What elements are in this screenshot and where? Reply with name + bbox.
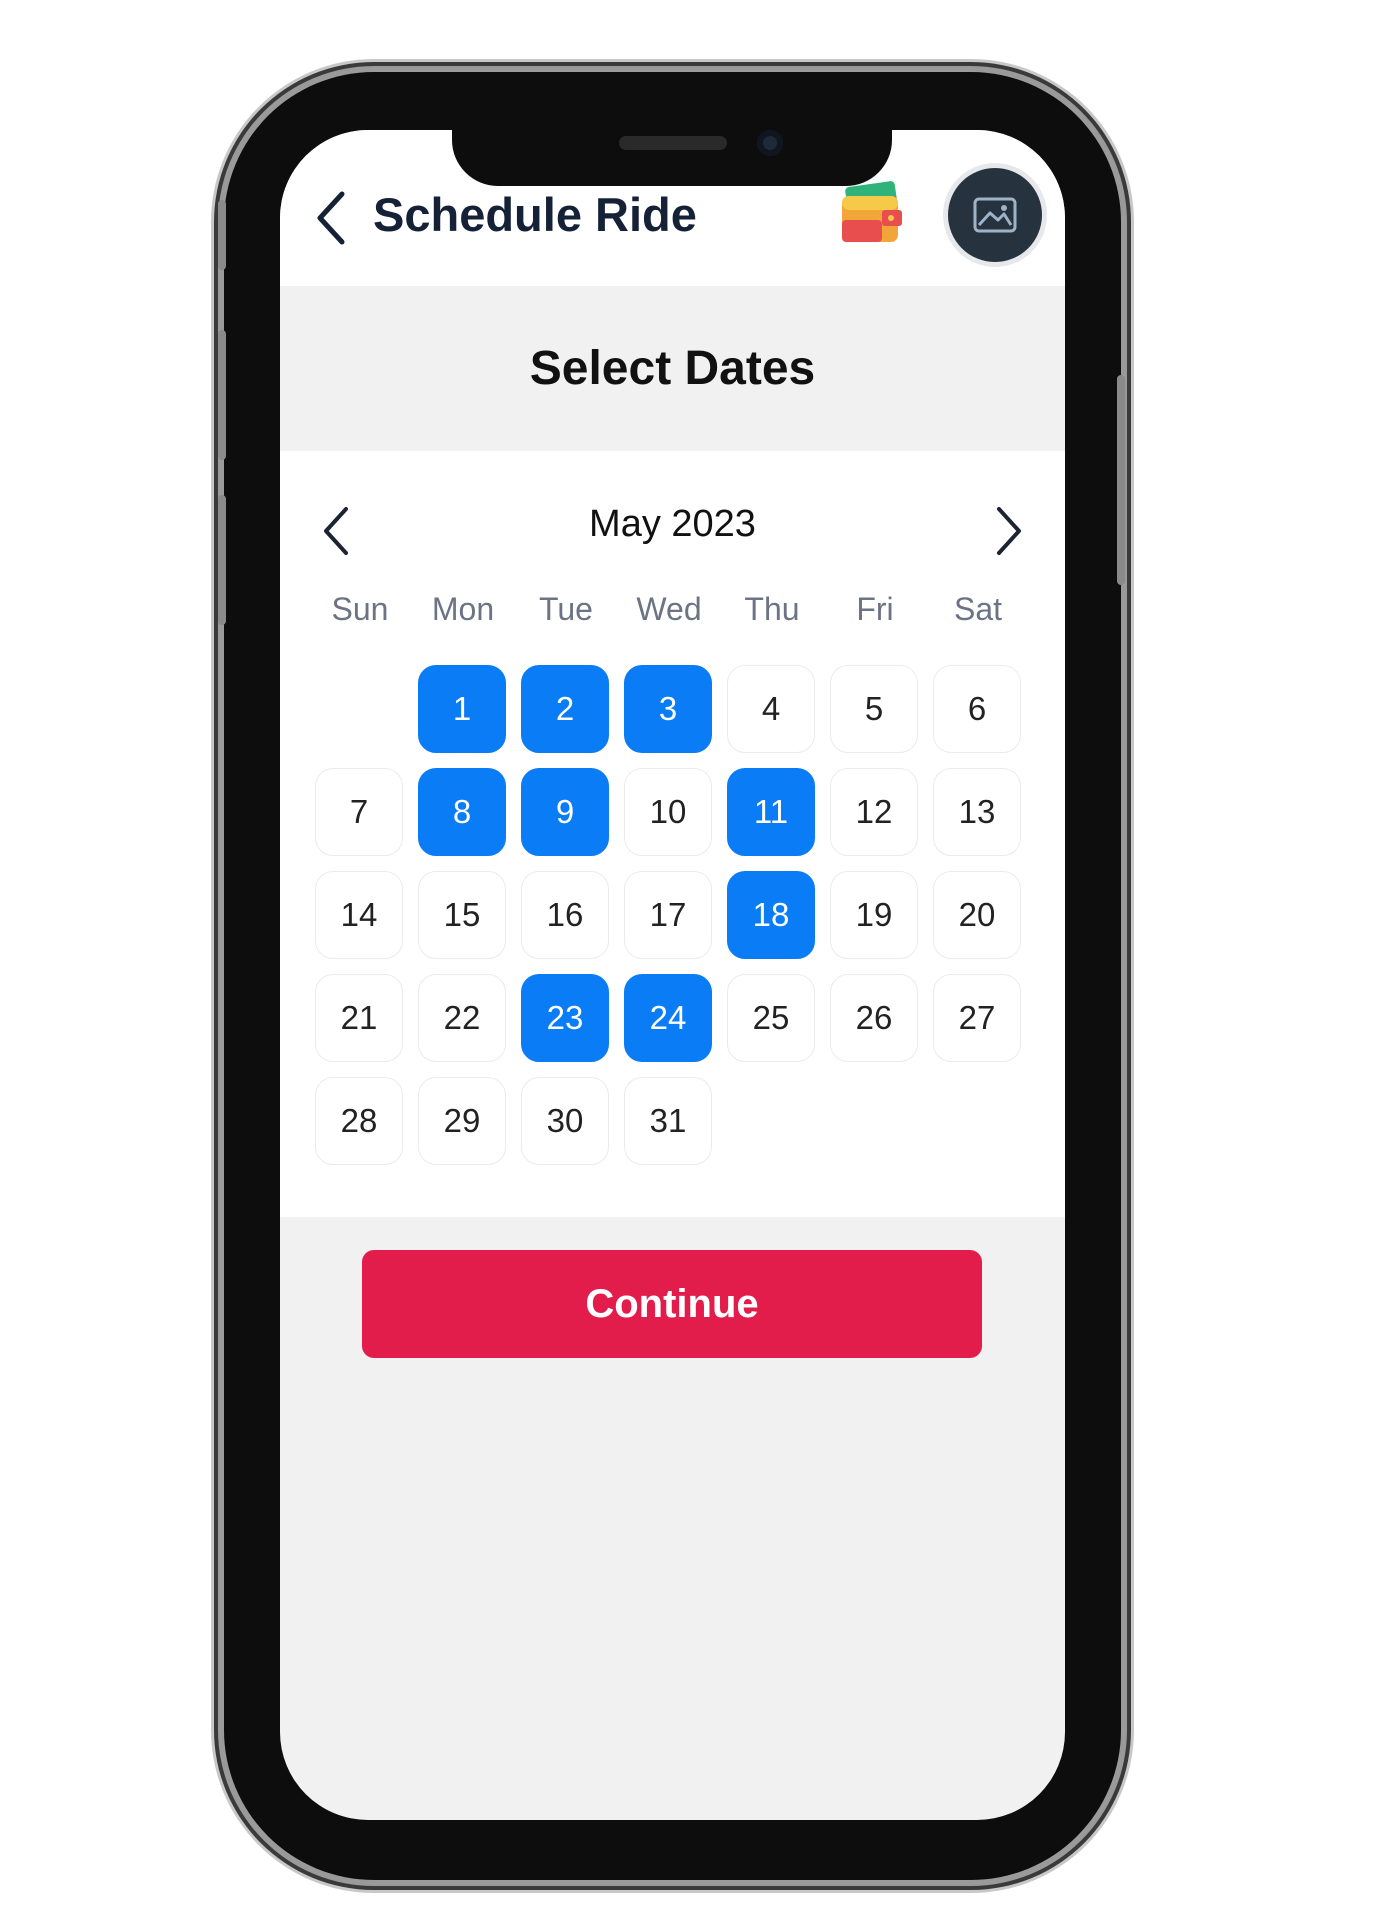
front-camera <box>757 130 783 156</box>
calendar-day[interactable]: 7 <box>315 768 403 856</box>
calendar-day[interactable]: 16 <box>521 871 609 959</box>
calendar-day[interactable]: 29 <box>418 1077 506 1165</box>
calendar-day[interactable]: 25 <box>727 974 815 1062</box>
calendar-day[interactable]: 26 <box>830 974 918 1062</box>
calendar-day[interactable]: 31 <box>624 1077 712 1165</box>
calendar-day[interactable]: 17 <box>624 871 712 959</box>
chevron-left-icon <box>317 191 345 245</box>
calendar-day[interactable]: 14 <box>315 871 403 959</box>
chevron-right-icon <box>997 507 1021 555</box>
calendar-day[interactable]: 20 <box>933 871 1021 959</box>
calendar-day-selected[interactable]: 9 <box>521 768 609 856</box>
wallet-icon[interactable] <box>836 180 908 248</box>
page-title: Schedule Ride <box>373 188 697 241</box>
calendar-day[interactable]: 13 <box>933 768 1021 856</box>
volume-down-button <box>218 495 226 625</box>
calendar-day-selected[interactable]: 2 <box>521 665 609 753</box>
power-button <box>1117 375 1125 585</box>
weekday-label: Sat <box>953 591 1003 627</box>
weekday-label: Thu <box>744 591 800 627</box>
calendar-day[interactable]: 22 <box>418 974 506 1062</box>
calendar-day-selected[interactable]: 11 <box>727 768 815 856</box>
calendar-day[interactable]: 12 <box>830 768 918 856</box>
calendar-day[interactable]: 10 <box>624 768 712 856</box>
section-heading: Select Dates <box>529 342 816 395</box>
calendar-day[interactable]: 27 <box>933 974 1021 1062</box>
calendar-day[interactable]: 28 <box>315 1077 403 1165</box>
avatar[interactable] <box>948 168 1042 262</box>
calendar-day[interactable]: 19 <box>830 871 918 959</box>
calendar-day-selected[interactable]: 1 <box>418 665 506 753</box>
calendar: May 2023 Sun Mon Tue Wed Thu Fri Sat 123… <box>280 451 1065 1217</box>
weekday-label: Tue <box>539 591 593 627</box>
continue-button[interactable]: Continue <box>362 1250 982 1358</box>
calendar-day-selected[interactable]: 18 <box>727 871 815 959</box>
weekday-label: Sun <box>331 591 389 627</box>
image-placeholder-icon <box>973 197 1017 233</box>
day-grid: 1 2 3 4 5 6 7 8 9 10 11 12 13 14 15 16 17 18 19 20 21 22 23 24 2… <box>315 665 1035 1185</box>
calendar-day[interactable]: 4 <box>727 665 815 753</box>
calendar-day-selected[interactable]: 8 <box>418 768 506 856</box>
speaker-grille <box>619 136 727 150</box>
weekday-label: Mon <box>431 591 495 627</box>
month-label: May 2023 <box>589 503 756 545</box>
calendar-day-selected[interactable]: 3 <box>624 665 712 753</box>
calendar-day-selected[interactable]: 23 <box>521 974 609 1062</box>
calendar-day-selected[interactable]: 24 <box>624 974 712 1062</box>
weekday-label: Fri <box>856 591 894 627</box>
back-button[interactable] <box>310 186 354 250</box>
calendar-day[interactable]: 15 <box>418 871 506 959</box>
notch <box>452 106 892 186</box>
calendar-day[interactable]: 6 <box>933 665 1021 753</box>
calendar-day[interactable]: 21 <box>315 974 403 1062</box>
weekday-label: Wed <box>636 591 702 627</box>
next-month-button[interactable] <box>985 501 1029 561</box>
calendar-day[interactable]: 5 <box>830 665 918 753</box>
volume-up-button <box>218 330 226 460</box>
app-screen: Schedule Ride Select Dates May 2023 Sun … <box>280 130 1065 1820</box>
side-button <box>218 200 226 270</box>
calendar-day[interactable]: 30 <box>521 1077 609 1165</box>
weekday-header: Sun Mon Tue Wed Thu Fri Sat <box>315 591 1035 641</box>
